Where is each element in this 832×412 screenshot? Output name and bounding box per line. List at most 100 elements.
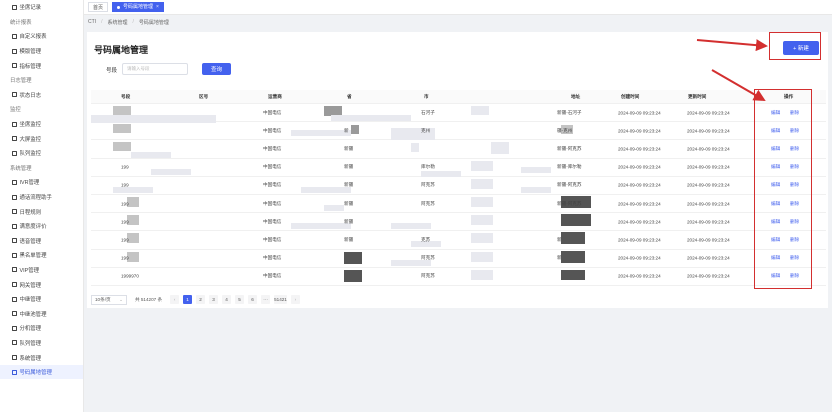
prev-page-button[interactable]: ‹ bbox=[170, 295, 180, 304]
sidebar-item[interactable]: 语音管理 bbox=[0, 234, 83, 249]
segment-search-input[interactable]: 请输入号段 bbox=[122, 63, 188, 75]
redaction-block bbox=[471, 178, 493, 189]
table-cell-updated: 2024-09-09 09:23:24 bbox=[687, 219, 730, 225]
document-icon bbox=[12, 355, 17, 361]
sidebar-item[interactable]: 通话流程助手 bbox=[0, 190, 83, 205]
document-icon bbox=[12, 33, 17, 39]
table-cell-carrier: 中国电信 bbox=[263, 236, 282, 242]
table-cell-created: 2024-09-09 09:23:24 bbox=[618, 255, 661, 261]
sidebar-item-label: 满意度评价 bbox=[19, 224, 47, 231]
sidebar-item[interactable]: 分机管理 bbox=[0, 321, 83, 336]
sidebar-item-label: 日程规则 bbox=[19, 209, 42, 216]
page-number[interactable]: 2 bbox=[196, 295, 206, 304]
table-row: 199 中国电信 新疆 2024-09-09 09:23:24 2024-09-09 0… bbox=[91, 213, 826, 232]
sidebar-item[interactable]: 网关管理 bbox=[0, 277, 83, 292]
sidebar-item[interactable]: 坐席监控 bbox=[0, 117, 83, 132]
column-header: 更新时间 bbox=[688, 93, 707, 99]
table-cell-created: 2024-09-09 09:23:24 bbox=[618, 146, 661, 152]
redaction-block bbox=[113, 106, 131, 115]
table-cell-updated: 2024-09-09 09:23:24 bbox=[687, 146, 730, 152]
table-cell-prov: 新疆 bbox=[344, 218, 354, 224]
sidebar: 坐席记录 统计报表 自定义报表 模版管理 指标管理 日志管理 状态日志 监控 坐席监控 大屏监控队… bbox=[0, 0, 84, 412]
redaction-block bbox=[471, 196, 493, 207]
redaction-block bbox=[131, 152, 171, 159]
sidebar-item-label: 中继管理 bbox=[19, 297, 42, 304]
sidebar-item[interactable]: 中继管理 bbox=[0, 292, 83, 307]
sidebar-item[interactable]: 系统管理 bbox=[0, 350, 83, 365]
sidebar-group-label: 统计报表 bbox=[0, 15, 83, 30]
page-number[interactable]: 6 bbox=[248, 295, 258, 304]
sidebar-item-label: 中继池管理 bbox=[19, 311, 47, 318]
sidebar-item[interactable]: IVR管理 bbox=[0, 175, 83, 190]
document-icon bbox=[12, 179, 17, 185]
table-cell-created: 2024-09-09 09:23:24 bbox=[618, 237, 661, 243]
sidebar-item[interactable]: 大屏监控 bbox=[0, 131, 83, 146]
table-cell-created: 2024-09-09 09:23:24 bbox=[618, 219, 661, 225]
page-number[interactable]: 5 bbox=[235, 295, 245, 304]
redaction-block bbox=[291, 130, 351, 137]
data-table: 号段 区号 运营商省市地址 创建时间 更新时间 操作 中国电信 石河子 新疆-石河子 2024-0… bbox=[91, 90, 826, 286]
document-icon bbox=[12, 238, 17, 244]
redaction-block bbox=[471, 160, 493, 171]
table-cell-created: 2024-09-09 09:23:24 bbox=[618, 110, 661, 116]
page-number[interactable]: 4 bbox=[222, 295, 232, 304]
sidebar-item[interactable]: 号码属地管理 bbox=[0, 364, 83, 380]
sidebar-item[interactable]: 指标管理 bbox=[0, 58, 83, 73]
sidebar-group-label: 监控 bbox=[0, 102, 83, 117]
next-page-button[interactable]: › bbox=[290, 295, 300, 304]
page-size-select[interactable]: 10条/页 ⌄ bbox=[91, 294, 127, 305]
page-number[interactable]: 3 bbox=[209, 295, 219, 304]
table-cell-carrier: 中国电信 bbox=[263, 200, 282, 206]
table-cell-created: 2024-09-09 09:23:24 bbox=[618, 273, 661, 279]
table-cell-prov: 新 bbox=[344, 127, 349, 133]
sidebar-item[interactable]: 中继池管理 bbox=[0, 306, 83, 321]
close-icon[interactable]: × bbox=[156, 2, 159, 12]
sidebar-item[interactable]: 状态日志 bbox=[0, 88, 83, 103]
breadcrumb-item[interactable]: 系统管理 bbox=[107, 19, 127, 26]
redaction-block bbox=[291, 223, 351, 230]
document-icon bbox=[12, 252, 17, 258]
sidebar-item[interactable]: 黑名单管理 bbox=[0, 248, 83, 263]
sidebar-item-label: 系统管理 bbox=[10, 165, 32, 172]
table-cell-updated: 2024-09-09 09:23:24 bbox=[687, 255, 730, 261]
table-row: 199 中国电信 新疆 阿克苏 新疆-阿克苏 2024-09-09 09:23:24 202… bbox=[91, 177, 826, 195]
sidebar-item-label: 坐席记录 bbox=[19, 5, 42, 12]
breadcrumb-item[interactable]: CTI bbox=[88, 19, 96, 26]
document-icon bbox=[12, 311, 17, 317]
sidebar-item-label: 指标管理 bbox=[19, 63, 42, 70]
page-number[interactable]: ··· bbox=[261, 295, 271, 304]
breadcrumb: CTI / 系统管理 / 号码属地管理 bbox=[88, 19, 169, 26]
sidebar-item[interactable]: 队列监控 bbox=[0, 146, 83, 161]
sidebar-item-label: 状态日志 bbox=[19, 92, 42, 99]
redaction-block bbox=[521, 166, 551, 173]
page-number[interactable]: 51421 bbox=[274, 295, 287, 304]
document-icon bbox=[12, 48, 17, 54]
table-cell-created: 2024-09-09 09:23:24 bbox=[618, 201, 661, 207]
document-icon bbox=[12, 340, 17, 346]
document-icon bbox=[12, 325, 17, 331]
sidebar-item[interactable]: 满意度评价 bbox=[0, 219, 83, 234]
document-icon bbox=[12, 369, 17, 375]
page-number[interactable]: 1 bbox=[183, 295, 193, 304]
redaction-block bbox=[391, 223, 431, 230]
tab-number-location[interactable]: 号码属地管理 × bbox=[112, 2, 164, 12]
content-card: 号码属地管理 + 新建 号段 请输入号段 查询 号段 区号 运营商省市地址 创建时间更… bbox=[87, 32, 828, 308]
sidebar-item[interactable]: 队列管理 bbox=[0, 336, 83, 351]
sidebar-item[interactable]: 坐席记录 bbox=[0, 0, 83, 15]
table-cell-seg: 1999970 bbox=[121, 273, 139, 279]
sidebar-item-label: IVR管理 bbox=[19, 180, 40, 187]
document-icon bbox=[12, 121, 17, 127]
table-cell-seg: 199 bbox=[121, 201, 129, 207]
tab-home[interactable]: 首页 bbox=[88, 2, 109, 12]
query-button[interactable]: 查询 bbox=[202, 63, 231, 75]
document-icon bbox=[12, 136, 17, 142]
sidebar-item[interactable]: 自定义报表 bbox=[0, 29, 83, 44]
redaction-block bbox=[471, 269, 493, 280]
table-cell-city: 阿克苏 bbox=[421, 182, 435, 188]
sidebar-item[interactable]: 日程规则 bbox=[0, 204, 83, 219]
sidebar-item-label: 系统管理 bbox=[19, 355, 42, 362]
sidebar-item[interactable]: 模版管理 bbox=[0, 44, 83, 59]
sidebar-item[interactable]: VIP管理 bbox=[0, 263, 83, 278]
sidebar-item-label: 号码属地管理 bbox=[19, 370, 52, 377]
sidebar-group-label: 日志管理 bbox=[0, 73, 83, 88]
